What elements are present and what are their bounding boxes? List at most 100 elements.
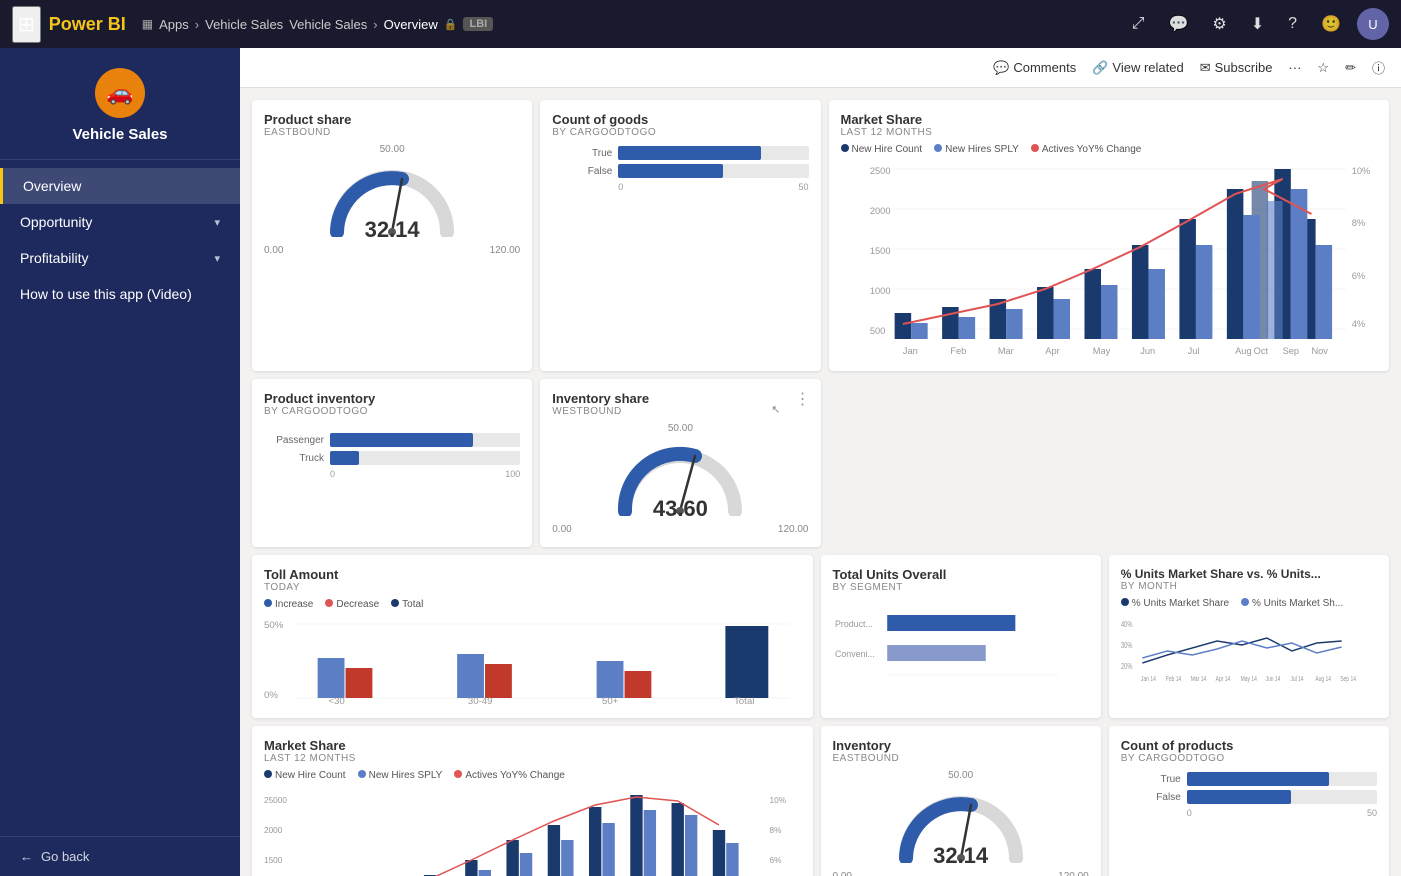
svg-text:Jan 14: Jan 14	[1141, 676, 1156, 683]
vehicle-sales-text[interactable]: Vehicle Sales	[289, 17, 367, 32]
comments-btn[interactable]: 💬 Comments	[993, 60, 1076, 76]
help-btn[interactable]: ?	[1280, 11, 1305, 37]
mid-row: Product inventory BY CARGOODTOGO Passeng…	[252, 379, 1389, 547]
svg-text:4%: 4%	[1351, 319, 1364, 329]
product-inventory-card: Product inventory BY CARGOODTOGO Passeng…	[252, 379, 532, 547]
svg-text:Oct: Oct	[1253, 346, 1268, 356]
inv-bottom-gauge-labels: 0.00 120.00	[833, 871, 1089, 876]
product-share-card: Product share EASTBOUND 50.00 32.14 0.00…	[252, 100, 532, 371]
apps-label[interactable]: Apps	[159, 17, 189, 32]
svg-text:30-49: 30-49	[468, 696, 493, 706]
svg-text:50+: 50+	[602, 696, 618, 706]
svg-text:Aug: Aug	[1235, 346, 1252, 356]
inventory-share-gauge: 50.00 43.60 0.00 120.00	[552, 423, 808, 535]
svg-text:10%: 10%	[1351, 166, 1370, 176]
svg-text:50%: 50%	[264, 620, 283, 630]
sidebar-app-name: Vehicle Sales	[72, 126, 167, 143]
pct-units-svg: 40% 30% 20% Jan 14 Feb 14 Mar 14 Apr 14 …	[1121, 613, 1377, 683]
sidebar-item-profitability[interactable]: Profitability ▾	[0, 240, 240, 276]
market-share-legend: New Hire Count New Hires SPLY Actives Yo…	[841, 144, 1378, 155]
link-icon: 🔗	[1092, 60, 1108, 76]
market-share-bottom-legend: New Hire Count New Hires SPLY Actives Yo…	[264, 770, 801, 781]
comment-btn[interactable]: 💬	[1161, 10, 1197, 38]
svg-text:10%: 10%	[770, 796, 786, 805]
svg-text:Feb: Feb	[950, 346, 966, 356]
edit-btn[interactable]: ✏	[1345, 60, 1356, 76]
svg-text:2000: 2000	[264, 826, 283, 835]
total-units-card: Total Units Overall BY SEGMENT Product..…	[821, 555, 1101, 718]
svg-text:Mar 14: Mar 14	[1191, 676, 1207, 683]
mail-icon: ✉	[1200, 60, 1211, 76]
pct-units-card: % Units Market Share vs. % Units... BY M…	[1109, 555, 1389, 718]
count-products-card: Count of products BY CARGOODTOGO True Fa…	[1109, 726, 1389, 876]
chevron-down-icon: ▾	[214, 216, 220, 229]
toll-legend: Increase Decrease Total	[264, 599, 801, 610]
user-avatar[interactable]: U	[1357, 8, 1389, 40]
fullscreen-btn[interactable]: ⤢	[1124, 11, 1153, 37]
svg-text:Jun: Jun	[1140, 346, 1155, 356]
lbi-badge: LBI	[463, 17, 493, 31]
svg-text:Aug 14: Aug 14	[1315, 676, 1331, 683]
toll-chart-area: 50% 0% <30	[264, 616, 801, 706]
subtitle-bar: 💬 Comments 🔗 View related ✉ Subscribe ··…	[240, 48, 1401, 88]
sidebar-item-how-to[interactable]: How to use this app (Video)	[0, 276, 240, 312]
svg-text:May: May	[1092, 346, 1110, 356]
download-btn[interactable]: ⬇	[1243, 10, 1272, 38]
lock-icon: 🔒	[444, 18, 458, 31]
sidebar-nav: Overview Opportunity ▾ Profitability ▾ H…	[0, 160, 240, 836]
grid-icon[interactable]: ⊞	[12, 6, 41, 43]
svg-text:500: 500	[869, 326, 884, 336]
svg-text:Jul: Jul	[1187, 346, 1199, 356]
svg-text:Total: Total	[734, 696, 754, 706]
svg-text:0%: 0%	[264, 690, 278, 700]
comment-icon: 💬	[993, 60, 1009, 76]
settings-btn[interactable]: ⚙	[1204, 10, 1234, 38]
svg-text:Sep: Sep	[1282, 346, 1299, 356]
view-related-btn[interactable]: 🔗 View related	[1092, 60, 1184, 76]
vehicle-sales-label[interactable]: Vehicle Sales	[205, 17, 283, 32]
market-chart-svg: 2500 2000 1500 1000 500 10% 8% 6% 4%	[841, 159, 1378, 359]
topbar: ⊞ Power BI ▦ Apps › Vehicle Sales Vehicl…	[0, 0, 1401, 48]
market-share-card: Market Share LAST 12 MONTHS New Hire Cou…	[829, 100, 1390, 371]
svg-text:6%: 6%	[770, 856, 782, 865]
market-share-chart-area: 2500 2000 1500 1000 500 10% 8% 6% 4%	[841, 159, 1378, 359]
bottom-row: Market Share LAST 12 MONTHS New Hire Cou…	[252, 726, 1389, 876]
svg-text:1500: 1500	[264, 856, 283, 865]
market-share-bottom-card: Market Share LAST 12 MONTHS New Hire Cou…	[252, 726, 813, 876]
go-back-btn[interactable]: ← Go back	[20, 849, 220, 864]
info-btn[interactable]: ⓘ	[1372, 58, 1385, 77]
gauge-labels: 0.00 120.00	[264, 245, 520, 256]
top-row: Product share EASTBOUND 50.00 32.14 0.00…	[252, 100, 1389, 371]
svg-text:2000: 2000	[869, 206, 890, 216]
subscribe-btn[interactable]: ✉ Subscribe	[1200, 60, 1273, 76]
toll-chart-svg: 50% 0% <30	[264, 616, 801, 706]
svg-text:30%: 30%	[1121, 642, 1132, 650]
market-span-placeholder	[829, 379, 1390, 547]
back-arrow-icon: ←	[20, 849, 33, 864]
svg-text:Jul 14: Jul 14	[1290, 676, 1304, 683]
sidebar-item-opportunity[interactable]: Opportunity ▾	[0, 204, 240, 240]
pct-units-legend: % Units Market Share % Units Market Sh..…	[1121, 598, 1377, 609]
sidebar-logo-area: 🚗 Vehicle Sales	[0, 48, 240, 160]
svg-text:Apr: Apr	[1045, 346, 1059, 356]
toll-row: Toll Amount TODAY Increase Decrease Tota…	[252, 555, 1389, 718]
chevron-down-icon: ▾	[214, 252, 220, 265]
svg-text:Apr 14: Apr 14	[1215, 676, 1230, 683]
bookmark-btn[interactable]: ☆	[1317, 60, 1329, 76]
card-more-btn[interactable]: ⋮	[795, 389, 811, 409]
toll-amount-card: Toll Amount TODAY Increase Decrease Tota…	[252, 555, 813, 718]
svg-text:1500: 1500	[869, 246, 890, 256]
total-units-chart-area: Product... Conveni... 0.0M 0.5M	[833, 601, 1089, 681]
inventory-share-card: ⋮ ↖ Inventory share WESTBOUND 50.00 43.6…	[540, 379, 820, 547]
svg-text:25000: 25000	[264, 796, 287, 805]
total-units-svg: Product... Conveni... 0.0M 0.5M	[833, 601, 1089, 681]
main-content: Product share EASTBOUND 50.00 32.14 0.00…	[240, 88, 1401, 876]
product-inventory-chart: Passenger Truck 0100	[264, 433, 520, 479]
emoji-btn[interactable]: 🙂	[1313, 10, 1349, 38]
sidebar-item-overview[interactable]: Overview	[0, 168, 240, 204]
svg-text:1000: 1000	[869, 286, 890, 296]
more-btn[interactable]: ···	[1288, 60, 1301, 75]
svg-text:May 14: May 14	[1240, 676, 1257, 683]
inventory-bottom-card: Inventory EASTBOUND 50.00 32.14 0.00 120…	[821, 726, 1101, 876]
svg-text:<30: <30	[328, 696, 344, 706]
